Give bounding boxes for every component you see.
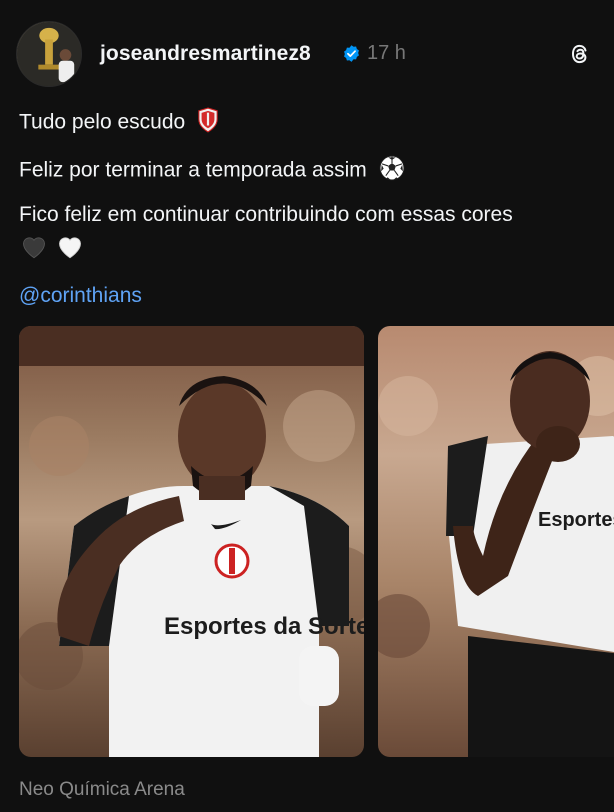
username[interactable]: joseandresmartinez8	[100, 42, 311, 66]
post-text-line-2: Feliz por terminar a temporada assim	[19, 155, 405, 187]
shield-icon	[197, 107, 219, 139]
hearts-row	[20, 233, 88, 263]
black-heart-icon	[23, 237, 45, 259]
post-photo-2[interactable]: Esportes da Sorte	[378, 326, 614, 757]
line-2-text: Feliz por terminar a temporada assim	[19, 158, 367, 182]
location-tag[interactable]: Neo Química Arena	[19, 779, 185, 801]
threads-icon[interactable]	[567, 41, 593, 67]
post-time: 17 h	[367, 42, 406, 64]
shirt-sponsor-text-1: Esportes da Sorte	[164, 613, 364, 640]
post-text-line-3: Fico feliz em continuar contribuindo com…	[19, 203, 513, 227]
soccer-ball-icon	[379, 155, 405, 187]
line-3-text: Fico feliz em continuar contribuindo com…	[19, 203, 513, 226]
verified-badge-icon	[342, 44, 361, 63]
post-text-line-1: Tudo pelo escudo	[19, 107, 219, 139]
shirt-sponsor-text-2: Esportes da Sorte	[538, 509, 614, 531]
photo-carousel[interactable]: Esportes da Sorte Esportes da Sorte	[19, 326, 614, 757]
post-header: joseandresmartinez8 17 h	[0, 0, 614, 100]
white-heart-icon	[59, 237, 82, 259]
line-1-text: Tudo pelo escudo	[19, 110, 186, 134]
post-photo-1[interactable]: Esportes da Sorte	[19, 326, 364, 757]
avatar[interactable]	[16, 21, 82, 87]
mention-link[interactable]: @corinthians	[19, 284, 142, 308]
